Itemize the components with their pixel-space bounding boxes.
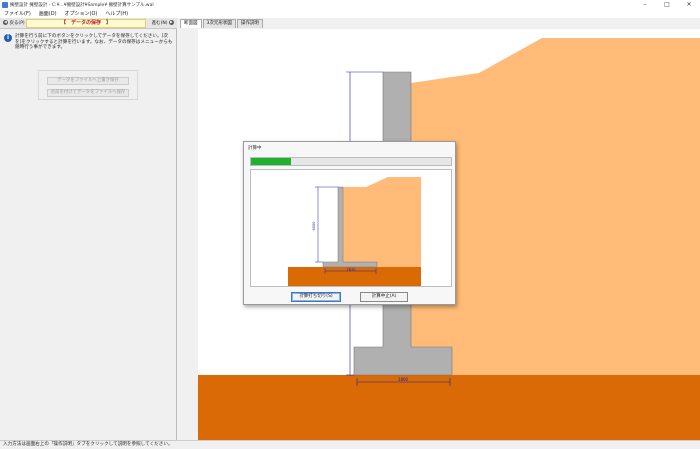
cancel-calculation-button[interactable]: 計算中止(A) <box>360 292 408 302</box>
title-bar: 擁壁設計 擁壁設計 - C:¥...¥擁壁設計¥Sample¥ 擁壁計算サンプル… <box>0 0 700 9</box>
preview-base-label: 2810 <box>347 268 356 272</box>
window-controls: – □ ✕ <box>634 0 700 9</box>
next-button[interactable]: 進む(N) ▶ <box>151 20 175 27</box>
left-panel-header: ◀ 戻る(P) 【 データの保存 】 進む(N) ▶ <box>0 18 177 29</box>
minimize-icon[interactable]: – <box>634 0 656 9</box>
view-tabs: 断面図 3次元形状図 操作説明 <box>178 18 700 28</box>
menu-view[interactable]: 画面(D) <box>39 10 57 17</box>
maximize-icon[interactable]: □ <box>656 0 678 9</box>
status-bar: 入力方法は画面右上の「操作説明」タブをクリックして説明を参照してください。 <box>0 440 700 449</box>
menu-options[interactable]: オプション(O) <box>65 10 98 17</box>
prev-button-label: 戻る(P) <box>9 21 25 26</box>
overwrite-save-button[interactable]: データをファイルへ上書き保存 <box>47 77 129 85</box>
window-title: 擁壁設計 擁壁設計 - C:¥...¥擁壁設計¥Sample¥ 擁壁計算サンプル… <box>10 2 154 8</box>
progress-fill <box>251 158 291 165</box>
step-heading: 【 データの保存 】 <box>26 19 146 28</box>
preview-canvas: 6000 2810 <box>250 169 452 287</box>
tab-section[interactable]: 断面図 <box>180 19 202 28</box>
base-dimension-label: 1800 <box>398 377 409 382</box>
menu-help[interactable]: ヘルプ(H) <box>105 10 128 17</box>
dialog-title: 計算中 <box>248 146 262 151</box>
app-icon <box>2 1 8 8</box>
menu-bar: ファイル(F) 画面(D) オプション(O) ヘルプ(H) <box>0 9 700 18</box>
preview-backfill <box>343 177 421 267</box>
calculation-dialog: 計算中 6000 2810 計算打ち切り(S) 計算中止(A) <box>243 141 456 305</box>
ground-layer <box>198 375 700 440</box>
preview-height-dimension <box>315 186 338 263</box>
close-icon[interactable]: ✕ <box>678 0 700 9</box>
arrow-right-icon: ▶ <box>169 20 174 25</box>
info-icon: i <box>4 34 12 42</box>
preview-height-label: 6000 <box>312 222 316 231</box>
preview-drawing: 6000 2810 <box>288 177 421 286</box>
info-text: 計算を行う前に下のボタンをクリックしてデータを保存してください。[次を]をクリッ… <box>15 34 173 50</box>
save-as-button[interactable]: 名前を付けてデータをファイルへ保存 <box>47 89 129 97</box>
save-button-group: データをファイルへ上書き保存 名前を付けてデータをファイルへ保存 <box>38 70 138 100</box>
tab-instructions[interactable]: 操作説明 <box>236 19 263 28</box>
arrow-left-icon: ◀ <box>3 20 8 25</box>
abort-calculation-button[interactable]: 計算打ち切り(S) <box>291 292 341 302</box>
left-panel: ◀ 戻る(P) 【 データの保存 】 進む(N) ▶ i 計算を行う前に下のボタ… <box>0 18 177 440</box>
menu-file[interactable]: ファイル(F) <box>4 10 31 17</box>
progress-bar <box>250 157 452 166</box>
tab-3d-shape[interactable]: 3次元形状図 <box>202 19 236 28</box>
next-button-label: 進む(N) <box>151 21 168 26</box>
prev-button[interactable]: ◀ 戻る(P) <box>2 20 26 27</box>
